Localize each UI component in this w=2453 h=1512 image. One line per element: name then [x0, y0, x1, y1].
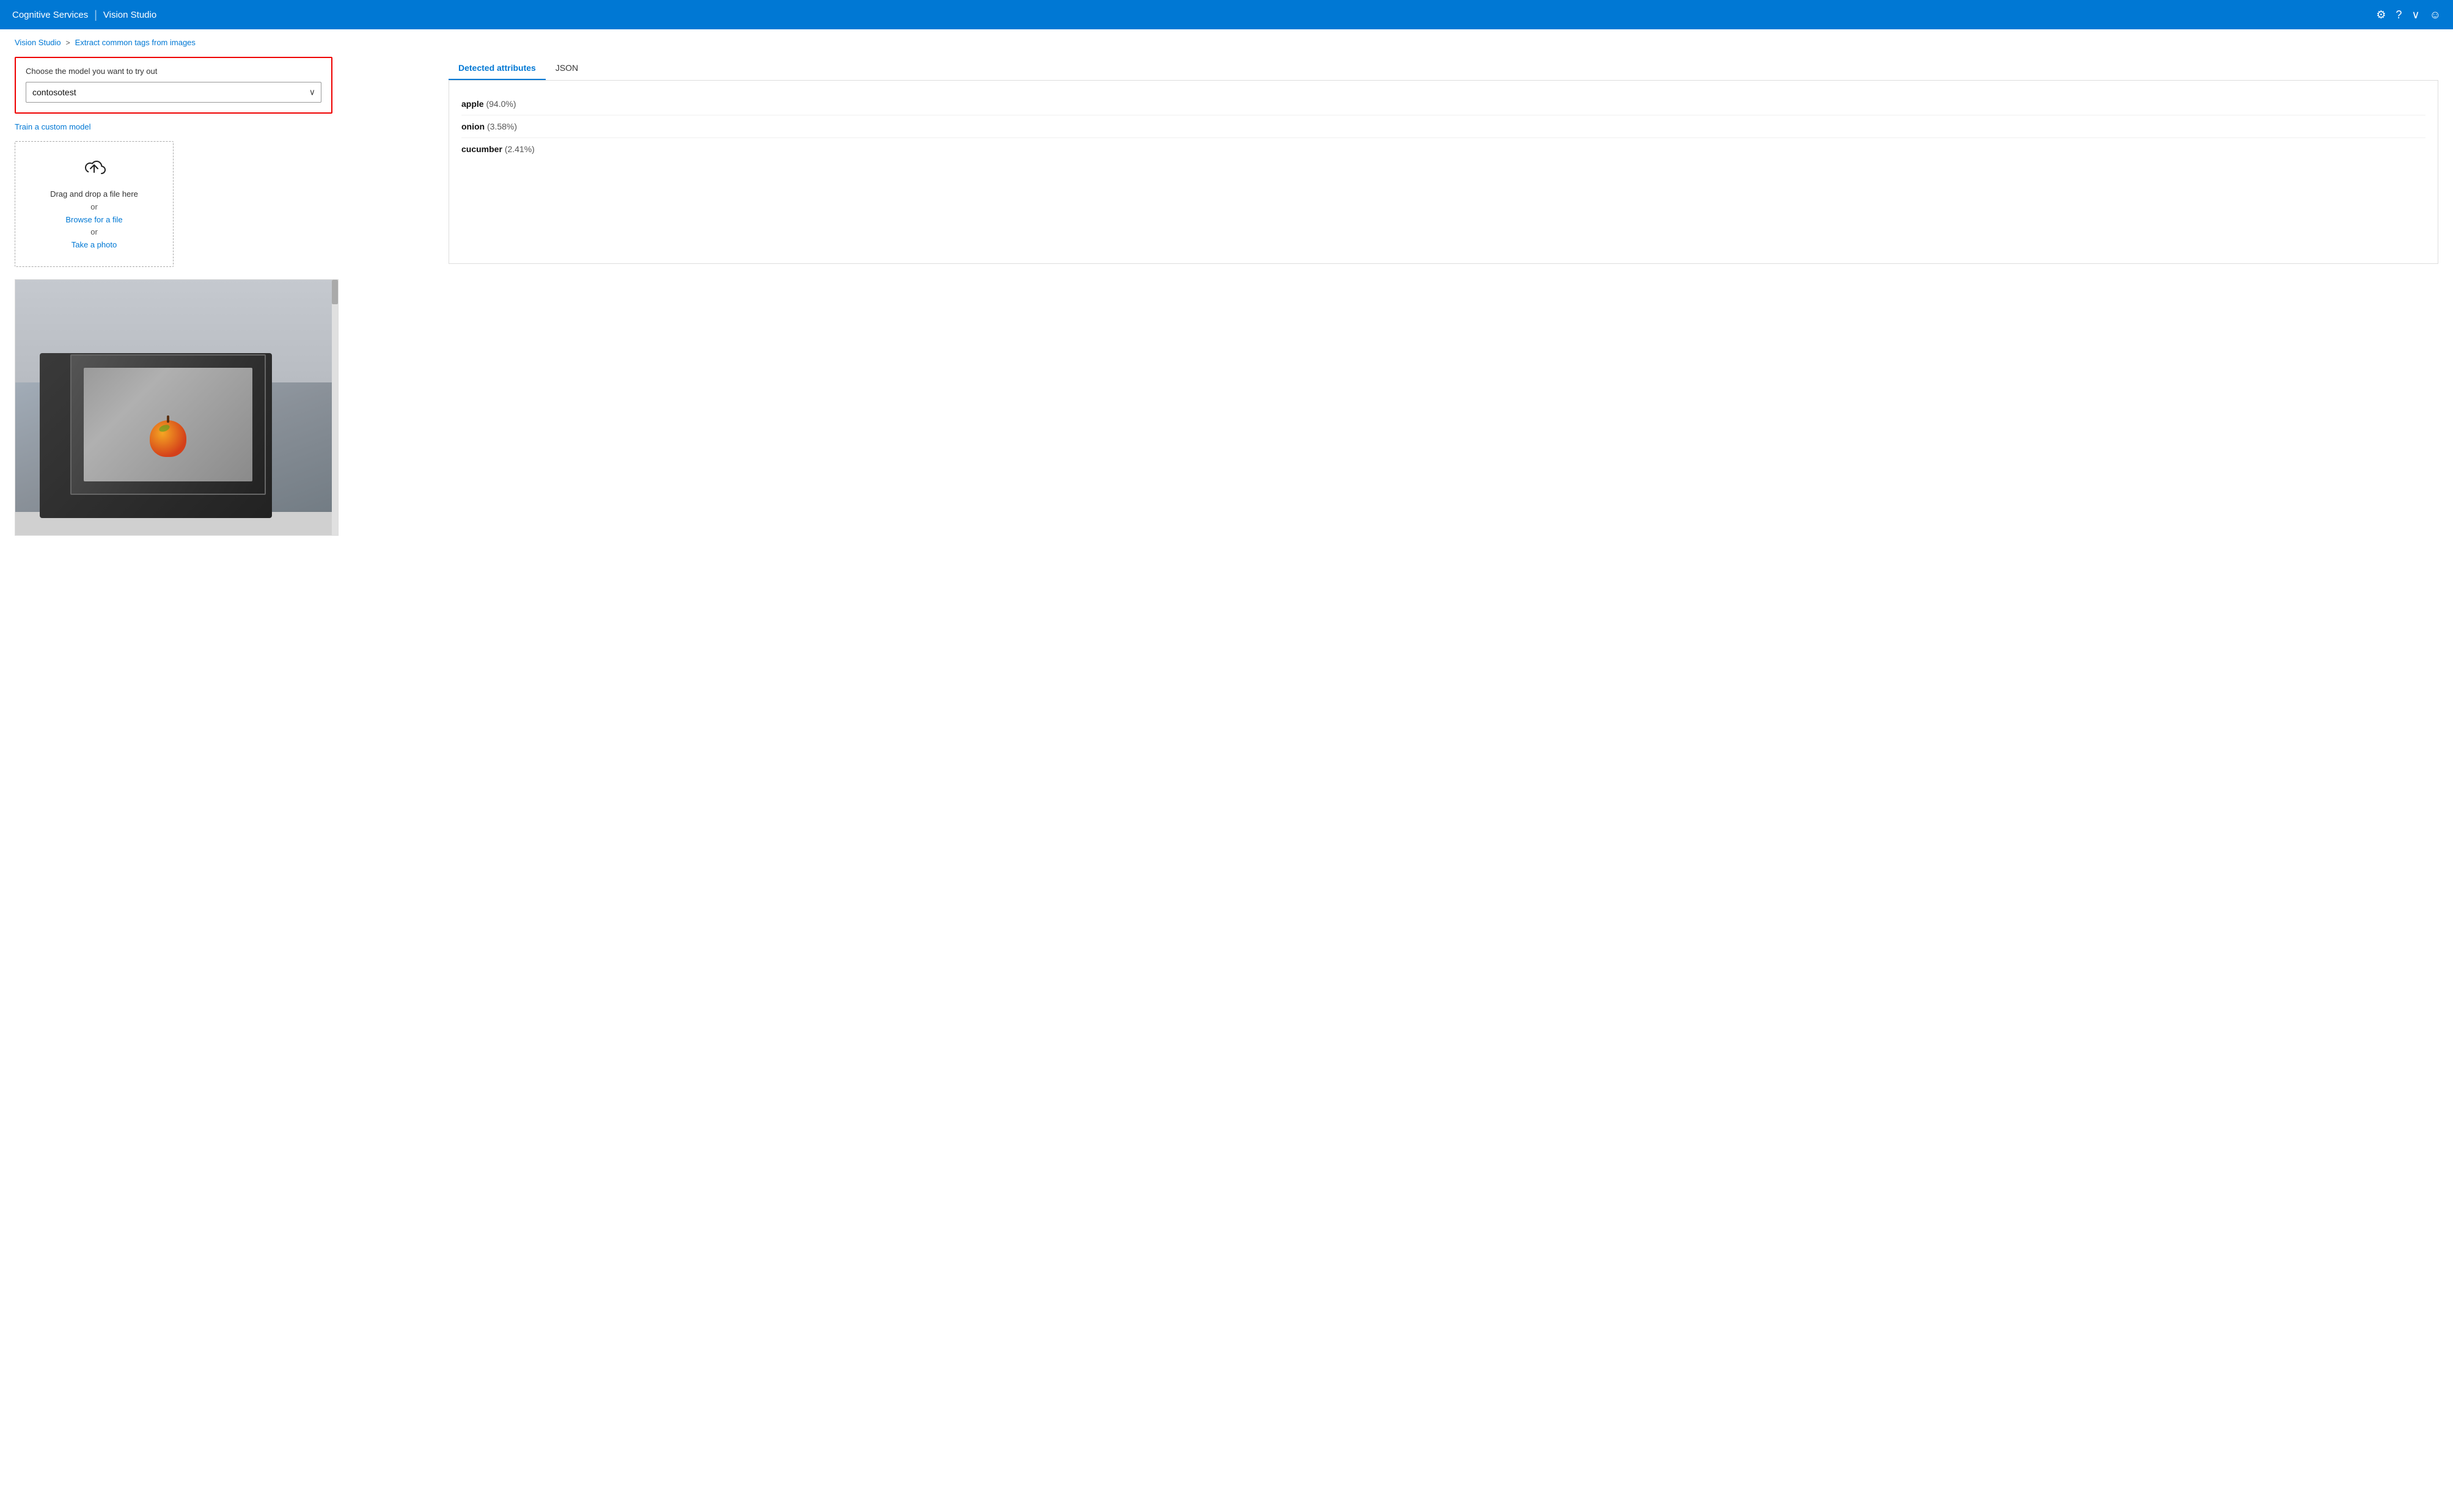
- navbar-separator: |: [94, 9, 97, 21]
- product-name: Vision Studio: [103, 10, 156, 20]
- model-selection-box: Choose the model you want to try out con…: [15, 57, 332, 114]
- breadcrumb-chevron: >: [66, 38, 70, 47]
- attribute-score-cucumber: (2.41%): [505, 144, 535, 154]
- right-panel: Detected attributes JSON apple (94.0%) o…: [449, 57, 2438, 536]
- upload-drag-text: Drag and drop a file here or Browse for …: [25, 188, 163, 252]
- browse-file-link[interactable]: Browse for a file: [65, 215, 122, 224]
- breadcrumb: Vision Studio > Extract common tags from…: [0, 29, 2453, 51]
- breadcrumb-current: Extract common tags from images: [75, 38, 196, 47]
- apple-object: [150, 420, 186, 457]
- tab-json[interactable]: JSON: [546, 57, 588, 80]
- apple-on-plate: [144, 414, 193, 463]
- image-preview: [15, 279, 339, 536]
- or-text-1: or: [90, 202, 98, 211]
- attribute-item-onion: onion (3.58%): [461, 115, 2426, 138]
- upload-box: Drag and drop a file here or Browse for …: [15, 141, 174, 267]
- or-text-2: or: [90, 227, 98, 236]
- drag-text: Drag and drop a file here: [50, 189, 138, 199]
- attribute-score-apple: (94.0%): [486, 99, 516, 109]
- user-icon[interactable]: ☺: [2430, 9, 2441, 21]
- scrollbar[interactable]: [332, 280, 338, 535]
- main-content: Choose the model you want to try out con…: [0, 51, 2453, 550]
- take-photo-link[interactable]: Take a photo: [72, 240, 117, 249]
- attribute-name-cucumber: cucumber: [461, 144, 502, 154]
- tab-json-label: JSON: [556, 63, 578, 73]
- model-select-wrapper: contosotest prebuilt-imageanalysis ∨: [26, 82, 321, 103]
- attribute-item-cucumber: cucumber (2.41%): [461, 138, 2426, 160]
- microwave-body: [40, 353, 272, 518]
- tabs-bar: Detected attributes JSON: [449, 57, 2438, 81]
- chevron-down-icon[interactable]: ∨: [2411, 9, 2419, 21]
- settings-icon[interactable]: ⚙: [2376, 9, 2386, 21]
- left-panel: Choose the model you want to try out con…: [15, 57, 430, 536]
- tab-detected-label: Detected attributes: [458, 63, 536, 73]
- brand-name: Cognitive Services: [12, 10, 88, 20]
- attribute-item-apple: apple (94.0%): [461, 93, 2426, 115]
- upload-cloud-icon: [25, 156, 163, 183]
- scroll-thumb[interactable]: [332, 280, 338, 304]
- attributes-panel: apple (94.0%) onion (3.58%) cucumber (2.…: [449, 81, 2438, 264]
- model-dropdown[interactable]: contosotest prebuilt-imageanalysis: [26, 82, 321, 103]
- help-icon[interactable]: ?: [2396, 9, 2402, 21]
- breadcrumb-home[interactable]: Vision Studio: [15, 38, 61, 47]
- microwave-interior: [84, 368, 252, 481]
- tab-detected-attributes[interactable]: Detected attributes: [449, 57, 546, 80]
- attribute-name-apple: apple: [461, 99, 484, 109]
- preview-image: [15, 280, 333, 536]
- navbar-actions: ⚙ ? ∨ ☺: [2376, 9, 2441, 21]
- attribute-score-onion: (3.58%): [487, 122, 517, 131]
- navbar-brand-group: Cognitive Services | Vision Studio: [12, 9, 156, 21]
- model-selection-label: Choose the model you want to try out: [26, 67, 321, 76]
- train-custom-model-link[interactable]: Train a custom model: [15, 122, 430, 131]
- attribute-name-onion: onion: [461, 122, 485, 131]
- microwave-door: [70, 354, 266, 495]
- navbar: Cognitive Services | Vision Studio ⚙ ? ∨…: [0, 0, 2453, 29]
